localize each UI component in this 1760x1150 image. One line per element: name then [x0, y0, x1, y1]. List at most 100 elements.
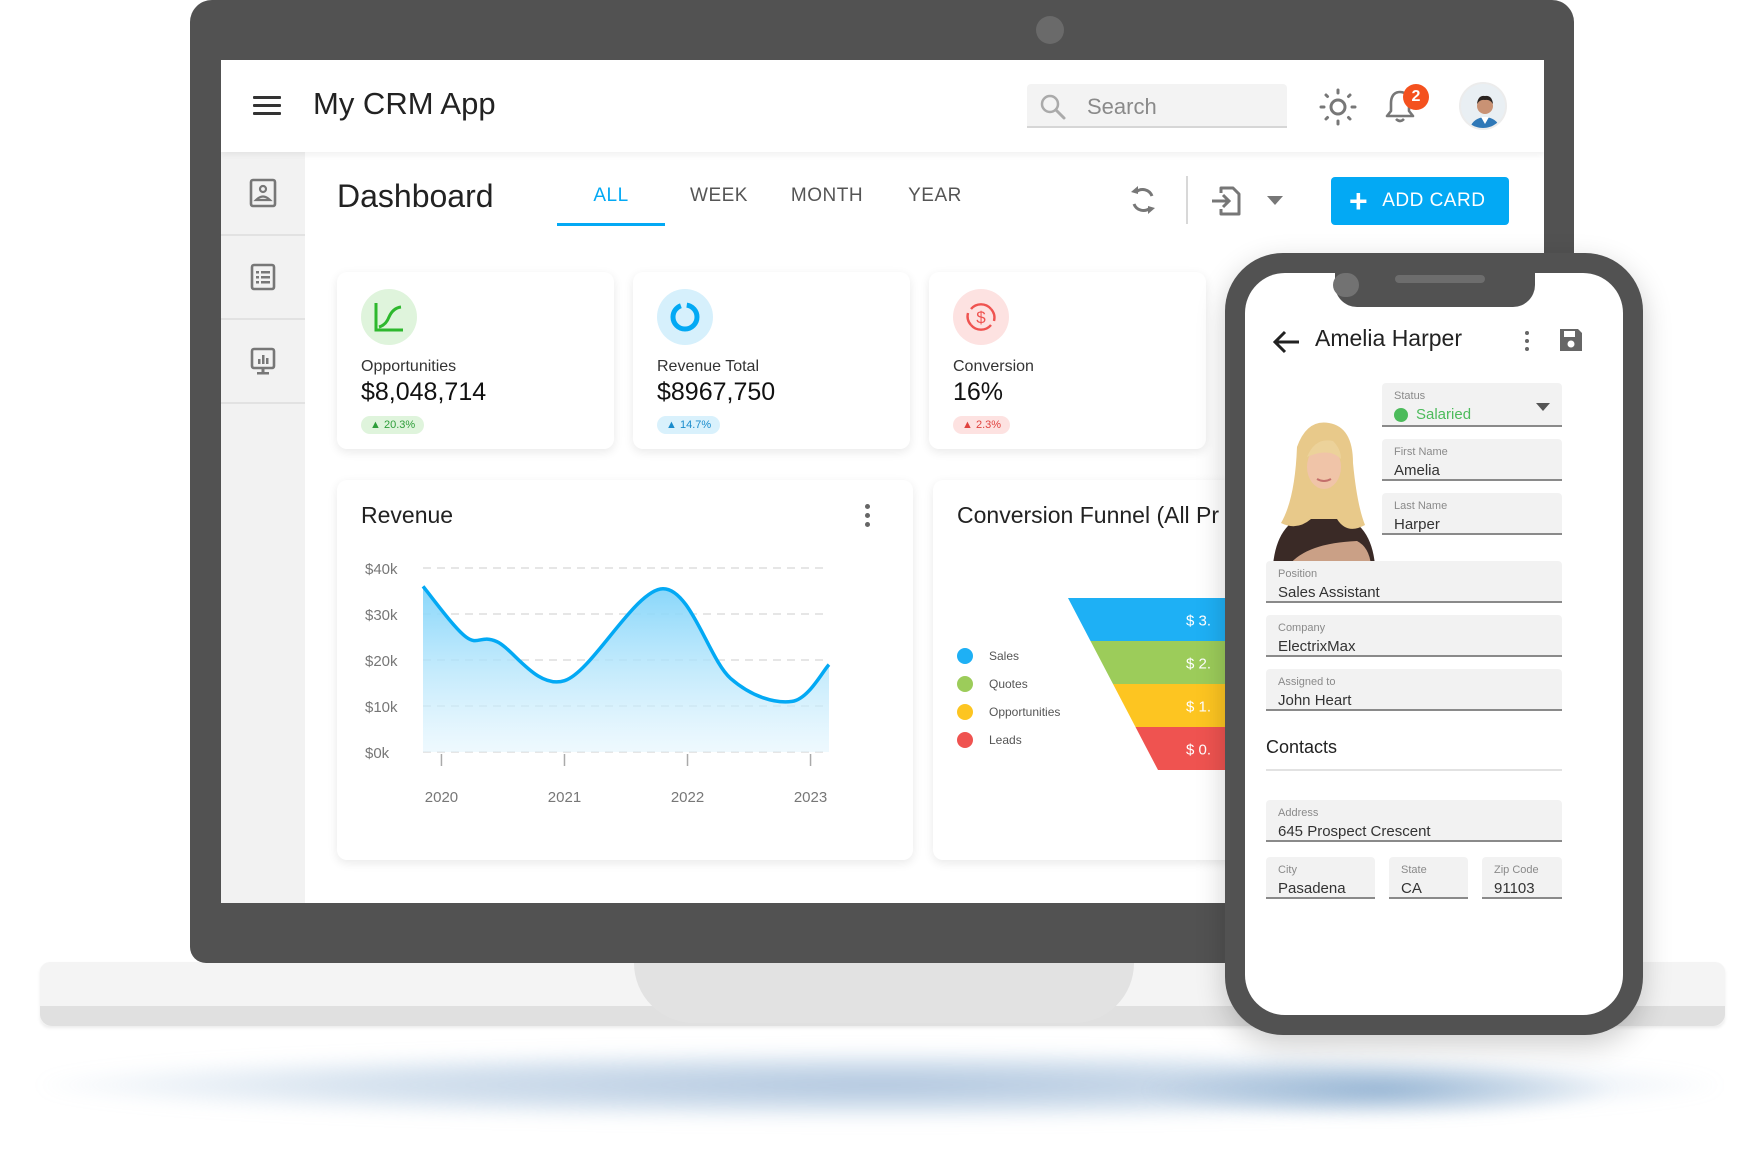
contact-card-icon [249, 178, 277, 208]
field-value: CA [1401, 880, 1422, 897]
kpi-change-badge: ▲ 2.3% [953, 416, 1011, 434]
phone-shadow [1140, 1060, 1620, 1120]
legend-swatch [957, 648, 973, 664]
legend-item-quotes[interactable]: Quotes [957, 670, 1060, 698]
kpi-change-badge: ▲ 20.3% [361, 416, 425, 434]
status-value: Salaried [1416, 406, 1472, 423]
arrow-up-icon: ▲ [666, 419, 680, 431]
save-icon[interactable] [1558, 327, 1584, 353]
y-tick-label: $0k [365, 745, 390, 762]
last-name-field[interactable]: Last Name Harper [1382, 493, 1562, 535]
city-field[interactable]: City Pasadena [1266, 857, 1375, 899]
field-label: State [1401, 864, 1427, 876]
funnel-legend: Sales Quotes Opportunities Leads [957, 642, 1060, 754]
tab-all[interactable]: ALL [557, 162, 665, 230]
plus-icon: + [1349, 183, 1369, 219]
add-card-button[interactable]: + ADD CARD [1331, 177, 1509, 225]
legend-item-leads[interactable]: Leads [957, 726, 1060, 754]
search-input[interactable]: Search [1027, 84, 1287, 128]
funnel-title: Conversion Funnel (All Pr [957, 502, 1220, 528]
funnel-value-label: $ 3. [1186, 613, 1211, 630]
field-label: Status [1394, 390, 1426, 402]
trend-chart-icon [361, 289, 417, 345]
field-value: John Heart [1278, 692, 1352, 709]
funnel-value-label: $ 0. [1186, 742, 1211, 759]
tab-week[interactable]: WEEK [665, 162, 773, 230]
sidebar-item-contacts[interactable] [221, 152, 305, 236]
tab-month[interactable]: MONTH [773, 162, 881, 230]
page-title: Dashboard [337, 178, 494, 214]
app-header: My CRM App Search 2 [221, 60, 1544, 152]
address-field[interactable]: Address 645 Prospect Crescent [1266, 800, 1562, 842]
more-vert-icon[interactable] [863, 504, 871, 530]
caret-down-icon [1536, 403, 1550, 411]
field-label: First Name [1394, 446, 1448, 458]
toolbar-divider [1186, 176, 1188, 224]
funnel-value-label: $ 2. [1186, 656, 1211, 673]
kpi-card-revenue-total[interactable]: Revenue Total $8967,750 ▲ 14.7% [633, 272, 910, 449]
field-value: Sales Assistant [1278, 584, 1380, 601]
status-select[interactable]: Status Salaried [1382, 383, 1562, 427]
kpi-card-conversion[interactable]: $ Conversion 16% ▲ 2.3% [929, 272, 1206, 449]
user-photo [1461, 84, 1505, 128]
kpi-card-opportunities[interactable]: Opportunities $8,048,714 ▲ 20.3% [337, 272, 614, 449]
y-tick-label: $40k [365, 561, 398, 578]
legend-label: Opportunities [989, 705, 1061, 719]
field-value: ElectrixMax [1278, 638, 1356, 655]
kpi-change: 2.3% [975, 419, 1002, 431]
export-icon[interactable] [1209, 184, 1243, 218]
donut-icon [657, 289, 713, 345]
x-tick-label: 2020 [425, 789, 458, 806]
section-divider [1266, 769, 1562, 771]
sun-icon[interactable] [1319, 88, 1357, 126]
contact-photo [1273, 422, 1375, 565]
y-tick-label: $10k [365, 699, 398, 716]
legend-swatch [957, 704, 973, 720]
sidebar [221, 152, 305, 903]
notification-badge: 2 [1403, 84, 1429, 110]
sidebar-item-analytics[interactable] [221, 320, 305, 404]
funnel-value-label: $ 1. [1186, 699, 1211, 716]
phone-screen: Amelia Harper Status Salaried First Name… [1245, 273, 1623, 1015]
first-name-field[interactable]: First Name Amelia [1382, 439, 1562, 481]
contact-name: Amelia Harper [1315, 325, 1462, 351]
revenue-area [423, 586, 829, 752]
sidebar-item-tasks[interactable] [221, 236, 305, 320]
company-field[interactable]: Company ElectrixMax [1266, 615, 1562, 657]
revenue-chart-card: Revenue $0k $10k $20k $30k $40k 2020 2021 2022… [337, 480, 913, 860]
assigned-to-field[interactable]: Assigned to John Heart [1266, 669, 1562, 711]
state-field[interactable]: State CA [1389, 857, 1468, 899]
tab-year[interactable]: YEAR [881, 162, 989, 230]
zip-code-field[interactable]: Zip Code 91103 [1482, 857, 1562, 899]
hamburger-icon[interactable] [253, 96, 281, 116]
avatar[interactable] [1459, 82, 1507, 130]
legend-item-opportunities[interactable]: Opportunities [957, 698, 1060, 726]
more-vert-icon[interactable] [1523, 331, 1531, 357]
laptop-camera [1036, 16, 1064, 44]
caret-down-icon[interactable] [1267, 196, 1283, 206]
kpi-change: 20.3% [383, 419, 416, 431]
search-icon [1040, 94, 1066, 120]
presentation-chart-icon [250, 347, 276, 375]
refresh-icon[interactable] [1127, 184, 1159, 216]
phone-camera [1333, 273, 1357, 297]
field-value: Amelia [1394, 462, 1440, 479]
arrow-back-icon[interactable] [1271, 329, 1301, 355]
legend-item-sales[interactable]: Sales [957, 642, 1060, 670]
search-placeholder: Search [1087, 94, 1157, 119]
period-tabs: ALL WEEK MONTH YEAR [557, 162, 989, 230]
status-dot [1394, 408, 1408, 422]
y-tick-label: $20k [365, 653, 398, 670]
position-field[interactable]: Position Sales Assistant [1266, 561, 1562, 603]
x-tick-label: 2023 [794, 789, 827, 806]
legend-label: Leads [989, 733, 1022, 747]
svg-text:$: $ [976, 308, 986, 327]
kpi-label: Revenue Total [657, 358, 759, 375]
arrow-up-icon: ▲ [370, 419, 384, 431]
field-label: Zip Code [1494, 864, 1539, 876]
legend-swatch [957, 732, 973, 748]
phone-frame: Amelia Harper Status Salaried First Name… [1225, 253, 1643, 1035]
field-value: 91103 [1494, 880, 1535, 897]
field-value: 645 Prospect Crescent [1278, 823, 1431, 840]
kpi-value: $8967,750 [657, 378, 776, 406]
